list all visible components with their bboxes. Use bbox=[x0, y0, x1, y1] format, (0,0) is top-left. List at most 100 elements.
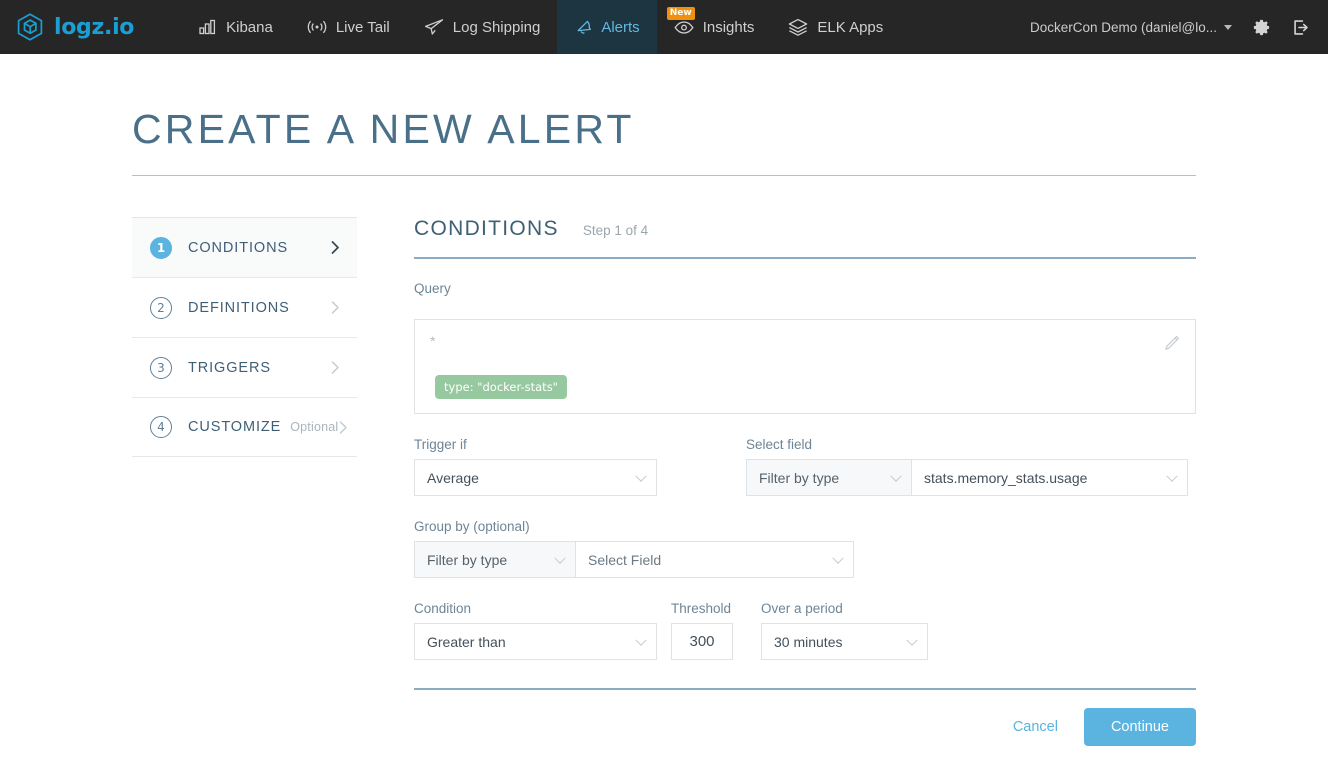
nav-label: Log Shipping bbox=[452, 18, 541, 36]
nav-item-elk-apps[interactable]: ELK Apps bbox=[771, 0, 900, 54]
sidebar-step-customize[interactable]: 4 CUSTOMIZE Optional bbox=[132, 397, 357, 457]
logout-icon[interactable] bbox=[1291, 18, 1310, 37]
brand-logo-link[interactable]: logz.io bbox=[0, 0, 152, 54]
step-label: CONDITIONS bbox=[188, 239, 289, 256]
query-label: Query bbox=[414, 281, 451, 296]
condition-group: Condition Greater than bbox=[414, 601, 657, 660]
sidebar-step-conditions[interactable]: 1 CONDITIONS bbox=[132, 217, 357, 277]
panel-header: CONDITIONS Step 1 of 4 bbox=[414, 217, 1196, 241]
nav-item-alerts[interactable]: Alerts bbox=[557, 0, 657, 54]
step-optional-tag: Optional bbox=[290, 420, 339, 434]
page-title: CREATE A NEW ALERT bbox=[132, 106, 635, 152]
nav-item-kibana[interactable]: Kibana bbox=[182, 0, 290, 54]
select-field-group: Select field Filter by type stats.memory… bbox=[746, 437, 1188, 496]
step-label: TRIGGERS bbox=[188, 359, 271, 376]
new-badge: New bbox=[666, 7, 695, 20]
nav-item-insights[interactable]: New Insights bbox=[657, 0, 772, 54]
eye-icon bbox=[674, 20, 694, 34]
cancel-button[interactable]: Cancel bbox=[1013, 719, 1058, 735]
trigger-if-select[interactable]: Average bbox=[414, 459, 657, 496]
group-by-type-filter[interactable]: Filter by type bbox=[414, 541, 575, 578]
group-by-combo: Filter by type Select Field bbox=[414, 541, 854, 578]
account-name: DockerCon Demo (daniel@lo... bbox=[1029, 19, 1217, 35]
trigger-field-row: Trigger if Average Select field Filter b… bbox=[414, 437, 1196, 496]
step-label: DEFINITIONS bbox=[188, 299, 290, 316]
pencil-icon[interactable] bbox=[1162, 334, 1181, 358]
brand-name: logz.io bbox=[54, 14, 135, 40]
query-section: Query * type: "docker-stats" bbox=[414, 281, 1196, 414]
nav-label: Alerts bbox=[601, 18, 640, 36]
chevron-down-icon bbox=[635, 634, 647, 646]
title-divider bbox=[132, 175, 1196, 176]
gear-icon[interactable] bbox=[1252, 18, 1271, 37]
period-select[interactable]: 30 minutes bbox=[761, 623, 928, 660]
chevron-right-icon bbox=[338, 420, 349, 435]
group-by-field-select[interactable]: Select Field bbox=[575, 541, 854, 578]
chevron-right-icon bbox=[330, 300, 341, 315]
chevron-down-icon bbox=[1166, 470, 1178, 482]
query-value: * bbox=[430, 333, 436, 349]
cube-logo-icon bbox=[14, 11, 46, 43]
step-label: CUSTOMIZE bbox=[188, 419, 282, 435]
chevron-down-icon bbox=[554, 552, 566, 564]
body-columns: 1 CONDITIONS 2 DEFINITIONS 3 TRIGGERS 4 … bbox=[132, 217, 1196, 746]
query-input[interactable]: * type: "docker-stats" bbox=[414, 319, 1196, 414]
sidebar-step-definitions[interactable]: 2 DEFINITIONS bbox=[132, 277, 357, 337]
group-by-label: Group by (optional) bbox=[414, 519, 530, 534]
select-field-value[interactable]: stats.memory_stats.usage bbox=[911, 459, 1188, 496]
group-by-row: Group by (optional) Filter by type Selec… bbox=[414, 519, 1196, 578]
panel-title: CONDITIONS bbox=[414, 217, 559, 240]
threshold-input[interactable] bbox=[671, 623, 733, 660]
step-number: 4 bbox=[150, 416, 172, 438]
footer-divider bbox=[414, 688, 1196, 690]
query-filter-tag[interactable]: type: "docker-stats" bbox=[435, 375, 567, 399]
condition-value: Greater than bbox=[427, 633, 506, 650]
paper-plane-icon bbox=[424, 18, 444, 36]
chevron-down-icon bbox=[890, 470, 902, 482]
chevron-right-icon bbox=[330, 360, 341, 375]
broadcast-icon bbox=[307, 19, 327, 35]
nav-items: Kibana Live Tail Log Shipping Alerts New… bbox=[182, 0, 900, 54]
chevron-down-icon bbox=[832, 552, 844, 564]
chevron-down-icon bbox=[906, 634, 918, 646]
period-label: Over a period bbox=[761, 601, 843, 616]
continue-button[interactable]: Continue bbox=[1083, 708, 1196, 746]
nav-label: Kibana bbox=[226, 18, 273, 36]
nav-right-group: DockerCon Demo (daniel@lo... bbox=[1030, 0, 1328, 54]
page-container: CREATE A NEW ALERT 1 CONDITIONS 2 DEFINI… bbox=[0, 106, 1328, 746]
condition-row: Condition Greater than Threshold Over a … bbox=[414, 601, 1196, 660]
nav-item-live-tail[interactable]: Live Tail bbox=[290, 0, 407, 54]
trigger-if-group: Trigger if Average bbox=[414, 437, 657, 496]
field-value: Select Field bbox=[588, 551, 662, 568]
nav-label: Insights bbox=[702, 18, 755, 36]
bar-chart-icon bbox=[199, 19, 217, 35]
nav-item-log-shipping[interactable]: Log Shipping bbox=[407, 0, 558, 54]
step-sidebar: 1 CONDITIONS 2 DEFINITIONS 3 TRIGGERS 4 … bbox=[132, 217, 357, 746]
conditions-panel: CONDITIONS Step 1 of 4 Query * type: "do… bbox=[414, 217, 1196, 746]
threshold-label: Threshold bbox=[671, 601, 732, 616]
condition-label: Condition bbox=[414, 601, 472, 616]
select-field-type-filter[interactable]: Filter by type bbox=[746, 459, 911, 496]
step-number: 2 bbox=[150, 296, 172, 319]
sidebar-step-triggers[interactable]: 3 TRIGGERS bbox=[132, 337, 357, 397]
chevron-down-icon bbox=[1224, 24, 1232, 30]
step-indicator: Step 1 of 4 bbox=[582, 223, 649, 238]
bell-icon bbox=[574, 18, 592, 36]
account-menu[interactable]: DockerCon Demo (daniel@lo... bbox=[1030, 20, 1232, 35]
step-number: 3 bbox=[150, 356, 172, 379]
nav-label: Live Tail bbox=[335, 18, 390, 36]
period-group: Over a period 30 minutes bbox=[761, 601, 928, 660]
threshold-group: Threshold bbox=[671, 601, 733, 660]
field-value: stats.memory_stats.usage bbox=[924, 469, 1088, 486]
nav-label: ELK Apps bbox=[817, 18, 884, 36]
trigger-if-value: Average bbox=[427, 469, 479, 486]
chevron-right-icon bbox=[330, 240, 341, 255]
chevron-down-icon bbox=[635, 470, 647, 482]
layers-icon bbox=[788, 18, 808, 36]
form-footer: Cancel Continue bbox=[414, 708, 1196, 746]
condition-select[interactable]: Greater than bbox=[414, 623, 657, 660]
filter-value: Filter by type bbox=[427, 551, 508, 568]
select-field-label: Select field bbox=[746, 437, 813, 452]
trigger-if-label: Trigger if bbox=[414, 437, 467, 452]
filter-value: Filter by type bbox=[759, 469, 840, 486]
